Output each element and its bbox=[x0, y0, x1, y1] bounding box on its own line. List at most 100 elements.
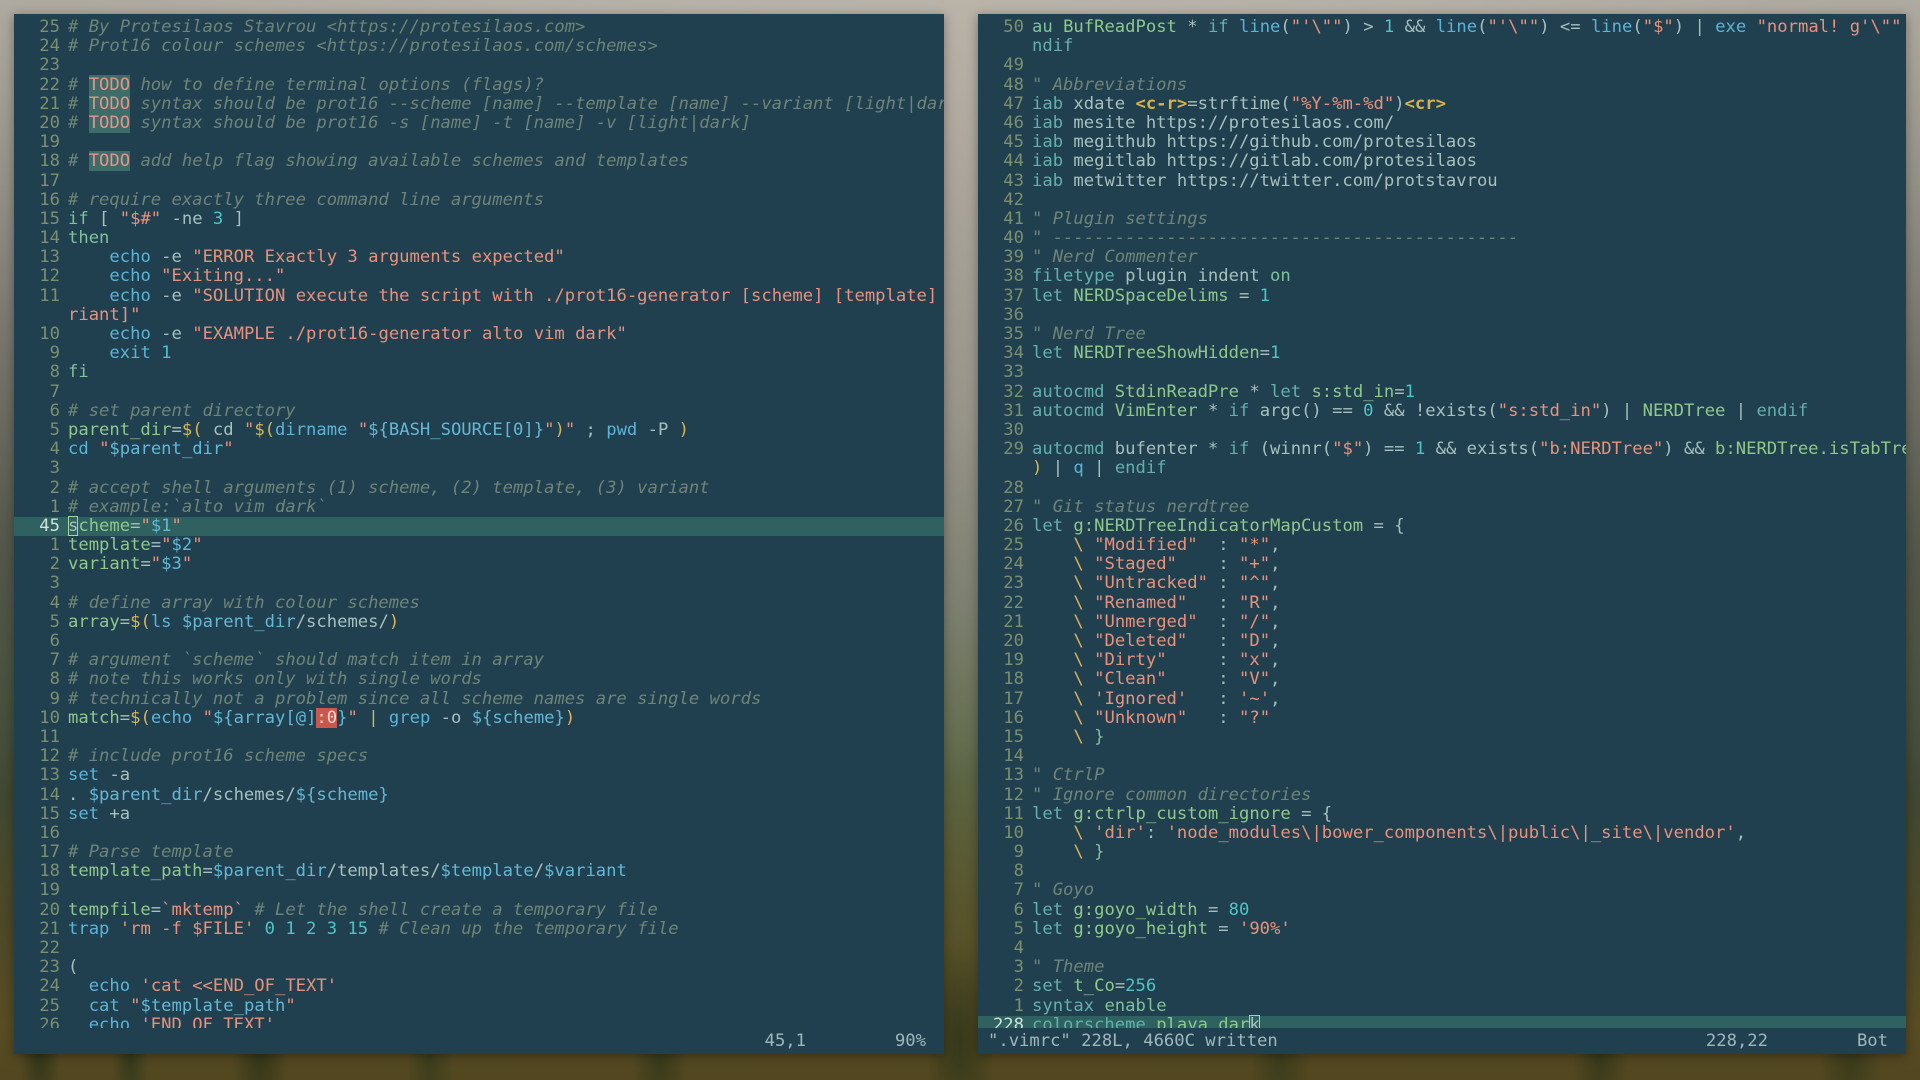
terminal-window-right[interactable]: 50 au BufReadPost * if line("'\"") > 1 &&… bbox=[978, 14, 1906, 1054]
editor-line[interactable]: 6 let g:goyo_width = 80 bbox=[978, 900, 1906, 920]
editor-line[interactable]: 3 bbox=[14, 459, 944, 478]
editor-line[interactable]: 8 bbox=[978, 862, 1906, 881]
editor-line[interactable]: 45 iab megithub https://github.com/protes… bbox=[978, 132, 1906, 152]
editor-line[interactable]: 11 bbox=[14, 727, 944, 747]
editor-line[interactable]: 49 bbox=[978, 56, 1906, 75]
editor-line[interactable]: 22 # TODO how to define terminal options … bbox=[14, 74, 944, 95]
editor-line[interactable]: 5 parent_dir=$( cd "$(dirname "${BASH_SOU… bbox=[14, 420, 944, 440]
editor-line[interactable]: 2 variant="$3" bbox=[14, 555, 944, 574]
editor-line[interactable]: 17 \ 'Ignored' : '~', bbox=[978, 689, 1906, 709]
editor-line[interactable]: 19 \ "Dirty" : "x", bbox=[978, 650, 1906, 670]
editor-line[interactable]: 21 # TODO syntax should be prot16 --schem… bbox=[14, 93, 944, 114]
editor-line[interactable]: 1 template="$2" bbox=[14, 535, 944, 555]
editor-line[interactable]: 8 fi bbox=[14, 363, 944, 382]
editor-line[interactable]: 32 autocmd StdinReadPre * let s:std_in=1 bbox=[978, 382, 1906, 402]
editor-line[interactable]: 3 " Theme bbox=[978, 957, 1906, 977]
terminal-window-left[interactable]: 25 # By Protesilaos Stavrou <https://prot… bbox=[14, 14, 944, 1054]
editor-line[interactable]: 14 bbox=[978, 746, 1906, 766]
editor-line[interactable]: 7 # argument `scheme` should match item i… bbox=[14, 650, 944, 670]
editor-line[interactable]: 29 autocmd bufenter * if (winnr("$") == 1… bbox=[978, 439, 1906, 459]
editor-line[interactable]: 4 cd "$parent_dir" bbox=[14, 439, 944, 459]
editor-line[interactable]: 2 set t_Co=256 bbox=[978, 977, 1906, 996]
editor-line[interactable]: 25 \ "Modified" : "*", bbox=[978, 535, 1906, 555]
editor-line[interactable]: 7 bbox=[14, 382, 944, 402]
editor-line[interactable]: 6 # set parent directory bbox=[14, 401, 944, 421]
editor-line[interactable]: 46 iab mesite https://protesilaos.com/ bbox=[978, 113, 1906, 133]
editor-line[interactable]: 12 # include prot16 scheme specs bbox=[14, 746, 944, 766]
editor-line[interactable]: 18 \ "Clean" : "V", bbox=[978, 670, 1906, 689]
editor-line[interactable]: 4 bbox=[978, 938, 1906, 958]
editor-line[interactable]: 8 # note this works only with single word… bbox=[14, 670, 944, 689]
editor-line[interactable]: 6 bbox=[14, 631, 944, 651]
editor-line[interactable]: 9 # technically not a problem since all s… bbox=[14, 689, 944, 709]
editor-line[interactable]: 16 # require exactly three command line a… bbox=[14, 190, 944, 210]
editor-line[interactable]: 12 echo "Exiting..." bbox=[14, 267, 944, 286]
editor-line[interactable]: 15 if [ "$#" -ne 3 ] bbox=[14, 209, 944, 229]
editor-line[interactable]: 20 \ "Deleted" : "D", bbox=[978, 631, 1906, 651]
editor-line[interactable]: 16 bbox=[14, 823, 944, 843]
editor-line[interactable]: 48 " Abbreviations bbox=[978, 75, 1906, 95]
editor-line[interactable]: 31 autocmd VimEnter * if argc() == 0 && !… bbox=[978, 401, 1906, 421]
editor-buffer-shell-script[interactable]: 25 # By Protesilaos Stavrou <https://prot… bbox=[14, 14, 944, 1034]
editor-line[interactable]: 23 ( bbox=[14, 957, 944, 977]
editor-line[interactable]: 21 \ "Unmerged" : "/", bbox=[978, 612, 1906, 632]
editor-line[interactable]: 17 bbox=[14, 171, 944, 191]
editor-line[interactable]: 25 # By Protesilaos Stavrou <https://prot… bbox=[14, 17, 944, 37]
editor-line[interactable]: 19 bbox=[14, 881, 944, 900]
editor-line[interactable]: 22 \ "Renamed" : "R", bbox=[978, 593, 1906, 613]
editor-line[interactable]: 17 # Parse template bbox=[14, 842, 944, 862]
editor-line[interactable]: 10 \ 'dir': 'node_modules\|bower_compone… bbox=[978, 823, 1906, 843]
editor-line[interactable]: 21 trap 'rm -f $FILE' 0 1 2 3 15 # Clean … bbox=[14, 919, 944, 939]
editor-line[interactable]: 27 " Git status nerdtree bbox=[978, 497, 1906, 517]
editor-line[interactable]: 36 bbox=[978, 305, 1906, 325]
editor-line[interactable]: 14 then bbox=[14, 228, 944, 248]
editor-line[interactable]: 1 syntax enable bbox=[978, 996, 1906, 1016]
editor-line[interactable]: 1 # example:`alto vim dark` bbox=[14, 497, 944, 517]
editor-line[interactable]: 34 let NERDTreeShowHidden=1 bbox=[978, 343, 1906, 363]
editor-line[interactable]: 30 bbox=[978, 420, 1906, 440]
editor-line[interactable]: 50 au BufReadPost * if line("'\"") > 1 &&… bbox=[978, 17, 1906, 37]
editor-line[interactable]: 47 iab xdate <c-r>=strftime("%Y-%m-%d")<c… bbox=[978, 94, 1906, 114]
editor-line[interactable]: 39 " Nerd Commenter bbox=[978, 248, 1906, 267]
editor-line[interactable]: 4 # define array with colour schemes bbox=[14, 593, 944, 613]
editor-line[interactable]: 24 echo 'cat <<END_OF_TEXT' bbox=[14, 977, 944, 996]
editor-line[interactable]: 35 " Nerd Tree bbox=[978, 324, 1906, 344]
editor-line[interactable]: 28 bbox=[978, 478, 1906, 498]
editor-line[interactable]: 19 bbox=[14, 132, 944, 152]
editor-line[interactable]: 10 echo -e "EXAMPLE ./prot16-generator a… bbox=[14, 324, 944, 344]
editor-line[interactable]: 38 filetype plugin indent on bbox=[978, 267, 1906, 286]
editor-line[interactable]: 43 iab metwitter https://twitter.com/prot… bbox=[978, 171, 1906, 191]
editor-line[interactable]: 42 bbox=[978, 190, 1906, 210]
editor-line[interactable]: 18 # TODO add help flag showing available… bbox=[14, 151, 944, 172]
editor-line[interactable]: 18 template_path=$parent_dir/templates/$t… bbox=[14, 862, 944, 881]
editor-line[interactable]: 16 \ "Unknown" : "?" bbox=[978, 708, 1906, 728]
editor-line[interactable]: 5 let g:goyo_height = '90%' bbox=[978, 919, 1906, 939]
editor-line[interactable]: 15 \ } bbox=[978, 727, 1906, 747]
editor-line[interactable]: 3 bbox=[14, 574, 944, 593]
editor-line[interactable]: 11 let g:ctrlp_custom_ignore = { bbox=[978, 804, 1906, 824]
editor-line[interactable]: 24 # Prot16 colour schemes <https://prote… bbox=[14, 36, 944, 56]
editor-line[interactable]: 44 iab megitlab https://gitlab.com/protes… bbox=[978, 152, 1906, 171]
editor-line[interactable]: 24 \ "Staged" : "+", bbox=[978, 555, 1906, 574]
editor-line[interactable]: 13 " CtrlP bbox=[978, 766, 1906, 785]
editor-line[interactable]: 11 echo -e "SOLUTION execute the script … bbox=[14, 286, 944, 306]
editor-line[interactable]: 5 array=$(ls $parent_dir/schemes/) bbox=[14, 612, 944, 632]
editor-line[interactable]: 40 " ------------------------------------… bbox=[978, 228, 1906, 248]
editor-line[interactable]: 15 set +a bbox=[14, 804, 944, 824]
editor-line[interactable]: 20 tempfile=`mktemp` # Let the shell crea… bbox=[14, 900, 944, 920]
editor-line[interactable]: 13 echo -e "ERROR Exactly 3 arguments ex… bbox=[14, 248, 944, 267]
editor-line[interactable]: 10 match=$(echo "${array[@]:0}" | grep -o… bbox=[14, 707, 944, 728]
editor-line[interactable]: 22 bbox=[14, 938, 944, 958]
editor-line[interactable]: 9 \ } bbox=[978, 842, 1906, 862]
editor-line[interactable]: 13 set -a bbox=[14, 766, 944, 785]
editor-line[interactable]: 25 cat "$template_path" bbox=[14, 996, 944, 1016]
editor-buffer-vimrc[interactable]: 50 au BufReadPost * if line("'\"") > 1 &&… bbox=[978, 14, 1906, 1035]
editor-line[interactable]: 2 # accept shell arguments (1) scheme, (2… bbox=[14, 478, 944, 498]
editor-line[interactable]: 12 " Ignore common directories bbox=[978, 785, 1906, 805]
editor-line[interactable]: 41 " Plugin settings bbox=[978, 209, 1906, 229]
editor-line[interactable]: 23 \ "Untracked" : "^", bbox=[978, 574, 1906, 593]
editor-line[interactable]: 14. $parent_dir/schemes/${scheme} bbox=[14, 785, 944, 805]
editor-line[interactable]: 37 let NERDSpaceDelims = 1 bbox=[978, 286, 1906, 306]
editor-line[interactable]: 23 bbox=[14, 56, 944, 75]
editor-line[interactable]: 9 exit 1 bbox=[14, 343, 944, 363]
